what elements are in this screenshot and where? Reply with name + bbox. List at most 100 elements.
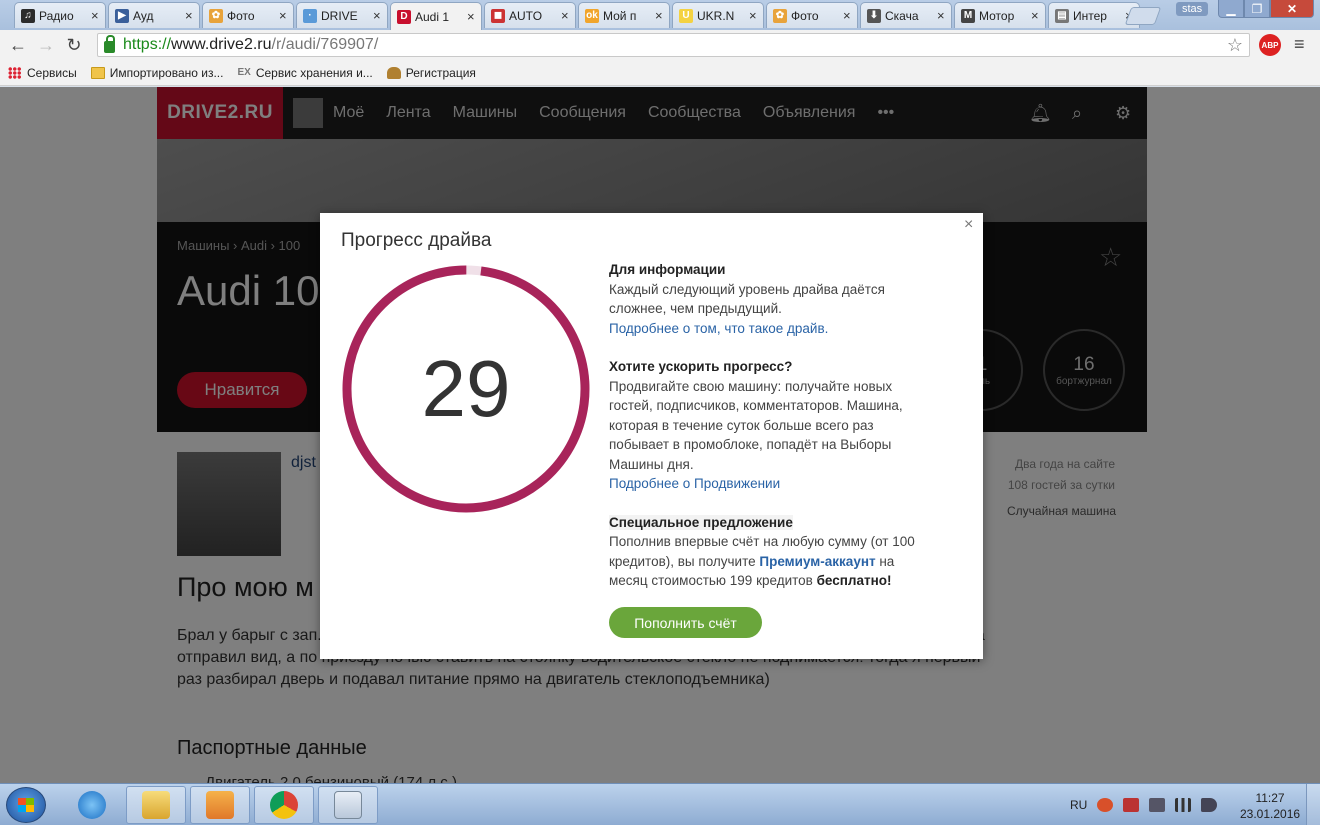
tab-favicon-icon: ◼ (491, 8, 505, 23)
adblock-plus-icon[interactable]: ABP (1259, 34, 1281, 56)
tab-close-icon[interactable]: × (373, 8, 383, 23)
browser-tab[interactable]: ✿ Фото × (766, 2, 858, 28)
tab-title: Audi 1 (415, 9, 450, 24)
taskbar-explorer[interactable] (126, 786, 186, 824)
bookmark-services[interactable]: Сервисы (8, 66, 77, 80)
premium-account-link[interactable]: Премиум-аккаунт (759, 554, 875, 569)
bookmark-star-icon[interactable]: ☆ (1227, 35, 1243, 56)
tab-favicon-icon: ▤ (1055, 8, 1069, 23)
ex-icon: EX (237, 66, 251, 78)
tab-close-icon[interactable]: × (655, 8, 665, 23)
close-window-button[interactable]: ✕ (1270, 0, 1314, 18)
info-heading: Для информации (609, 262, 726, 277)
browser-tab[interactable]: ok Мой п × (578, 2, 670, 28)
minimize-window-button[interactable]: ▁ (1218, 0, 1244, 18)
tab-favicon-icon: M (961, 8, 975, 23)
language-indicator[interactable]: RU (1070, 798, 1087, 812)
tab-favicon-icon: ✿ (773, 8, 787, 23)
windows-taskbar: RU 11:27 23.01.2016 (0, 783, 1320, 825)
taskbar-calculator[interactable] (318, 786, 378, 824)
boost-section: Хотите ускорить прогресс? Продвигайте св… (609, 357, 929, 494)
browser-tab[interactable]: ♫ Радио × (14, 2, 106, 28)
folder-icon (90, 66, 105, 79)
signal-icon[interactable] (1175, 798, 1192, 812)
modal-info: Для информации Каждый следующий уровень … (609, 260, 929, 610)
tab-title: AUTO (509, 8, 543, 23)
tab-title: Мотор (979, 8, 1015, 23)
what-is-drive-link[interactable]: Подробнее о том, что такое драйв. (609, 319, 929, 339)
browser-tab[interactable]: D Audi 1 × (390, 2, 482, 30)
promotion-link[interactable]: Подробнее о Продвижении (609, 474, 929, 494)
bookmarks-bar: Сервисы Импортировано из... EX Сервис хра… (0, 60, 1320, 86)
browser-tab[interactable]: ⬇ Скача × (860, 2, 952, 28)
tab-title: Фото (791, 8, 819, 23)
maximize-window-button[interactable]: ❐ (1244, 0, 1270, 18)
address-bar[interactable]: https://www.drive2.ru/r/audi/769907/ ☆ (97, 33, 1250, 57)
bookmark-imported[interactable]: Импортировано из... (90, 66, 223, 80)
tab-close-icon[interactable]: × (843, 8, 853, 23)
tab-title: Мой п (603, 8, 637, 23)
back-button[interactable]: ← (4, 33, 32, 57)
antivirus-icon[interactable] (1097, 798, 1114, 812)
close-icon[interactable]: × (964, 216, 973, 234)
tab-close-icon[interactable]: × (561, 8, 571, 23)
drive-progress-modal: Прогресс драйва × 29 Для информации Кажд… (320, 213, 983, 659)
modal-title: Прогресс драйва (341, 230, 492, 251)
url-text: https://www.drive2.ru/r/audi/769907/ (123, 36, 379, 53)
apps-grid-icon (8, 66, 22, 79)
tab-title: Радио (39, 8, 74, 23)
tab-close-icon[interactable]: × (1031, 8, 1041, 23)
browser-tab[interactable]: ✿ Фото × (202, 2, 294, 28)
clock-time: 11:27 (1255, 791, 1285, 805)
show-desktop-button[interactable] (1306, 784, 1320, 825)
network-icon[interactable] (1149, 798, 1166, 812)
bookmark-storage[interactable]: EX Сервис хранения и... (237, 66, 372, 80)
clock-date: 23.01.2016 (1240, 807, 1301, 821)
flag-icon[interactable] (1123, 798, 1140, 812)
reload-button[interactable]: ↻ (60, 33, 88, 57)
volume-icon[interactable] (1201, 798, 1218, 812)
browser-tab[interactable]: U UKR.N × (672, 2, 764, 28)
tab-title: Интер (1073, 8, 1107, 23)
internet-explorer-icon (78, 791, 106, 819)
browser-tab-strip: ▤ Интер × M Мотор × ⬇ Скача × ✿ Фото × U UKR.N × ok Мой … (0, 0, 1320, 30)
tab-favicon-icon: ⬇ (867, 8, 881, 23)
info-section: Для информации Каждый следующий уровень … (609, 260, 929, 338)
taskbar-chrome[interactable] (254, 786, 314, 824)
taskbar-ie[interactable] (62, 786, 122, 824)
tab-favicon-icon: ▶ (115, 8, 129, 23)
tab-title: Скача (885, 8, 919, 23)
start-button[interactable] (6, 787, 46, 823)
tab-favicon-icon: ok (585, 8, 599, 23)
tab-close-icon[interactable]: × (749, 8, 759, 23)
browser-tab[interactable]: ▶ Ауд × (108, 2, 200, 28)
browser-tab[interactable]: M Мотор × (954, 2, 1046, 28)
tab-close-icon[interactable]: × (185, 8, 195, 23)
tab-close-icon[interactable]: × (279, 8, 289, 23)
top-up-button[interactable]: Пополнить счёт (609, 607, 762, 638)
tab-favicon-icon: ✿ (209, 8, 223, 23)
tab-favicon-icon: U (679, 8, 693, 23)
hat-icon (386, 66, 401, 79)
new-tab-button[interactable] (1124, 7, 1162, 25)
chrome-menu-icon[interactable]: ≡ (1294, 34, 1305, 55)
tab-favicon-icon: D (397, 9, 411, 24)
clock[interactable]: 11:27 23.01.2016 (1240, 790, 1300, 822)
tab-title: Фото (227, 8, 255, 23)
tab-favicon-icon: ♫ (21, 8, 35, 23)
forward-button[interactable]: → (32, 33, 60, 57)
tab-close-icon[interactable]: × (937, 8, 947, 23)
tab-title: DRIVE (321, 8, 358, 23)
special-text: Пополнив впервые счёт на любую сумму (от… (609, 534, 915, 588)
tab-close-icon[interactable]: × (91, 8, 101, 23)
tab-close-icon[interactable]: × (467, 9, 477, 24)
calculator-icon (334, 791, 362, 819)
media-player-icon (206, 791, 234, 819)
taskbar-media-player[interactable] (190, 786, 250, 824)
tab-favicon-icon: · (303, 8, 317, 23)
browser-tab[interactable]: · DRIVE × (296, 2, 388, 28)
folder-explorer-icon (142, 791, 170, 819)
bookmark-registration[interactable]: Регистрация (386, 66, 476, 80)
browser-tab[interactable]: ◼ AUTO × (484, 2, 576, 28)
profile-badge[interactable]: stas (1176, 2, 1209, 16)
